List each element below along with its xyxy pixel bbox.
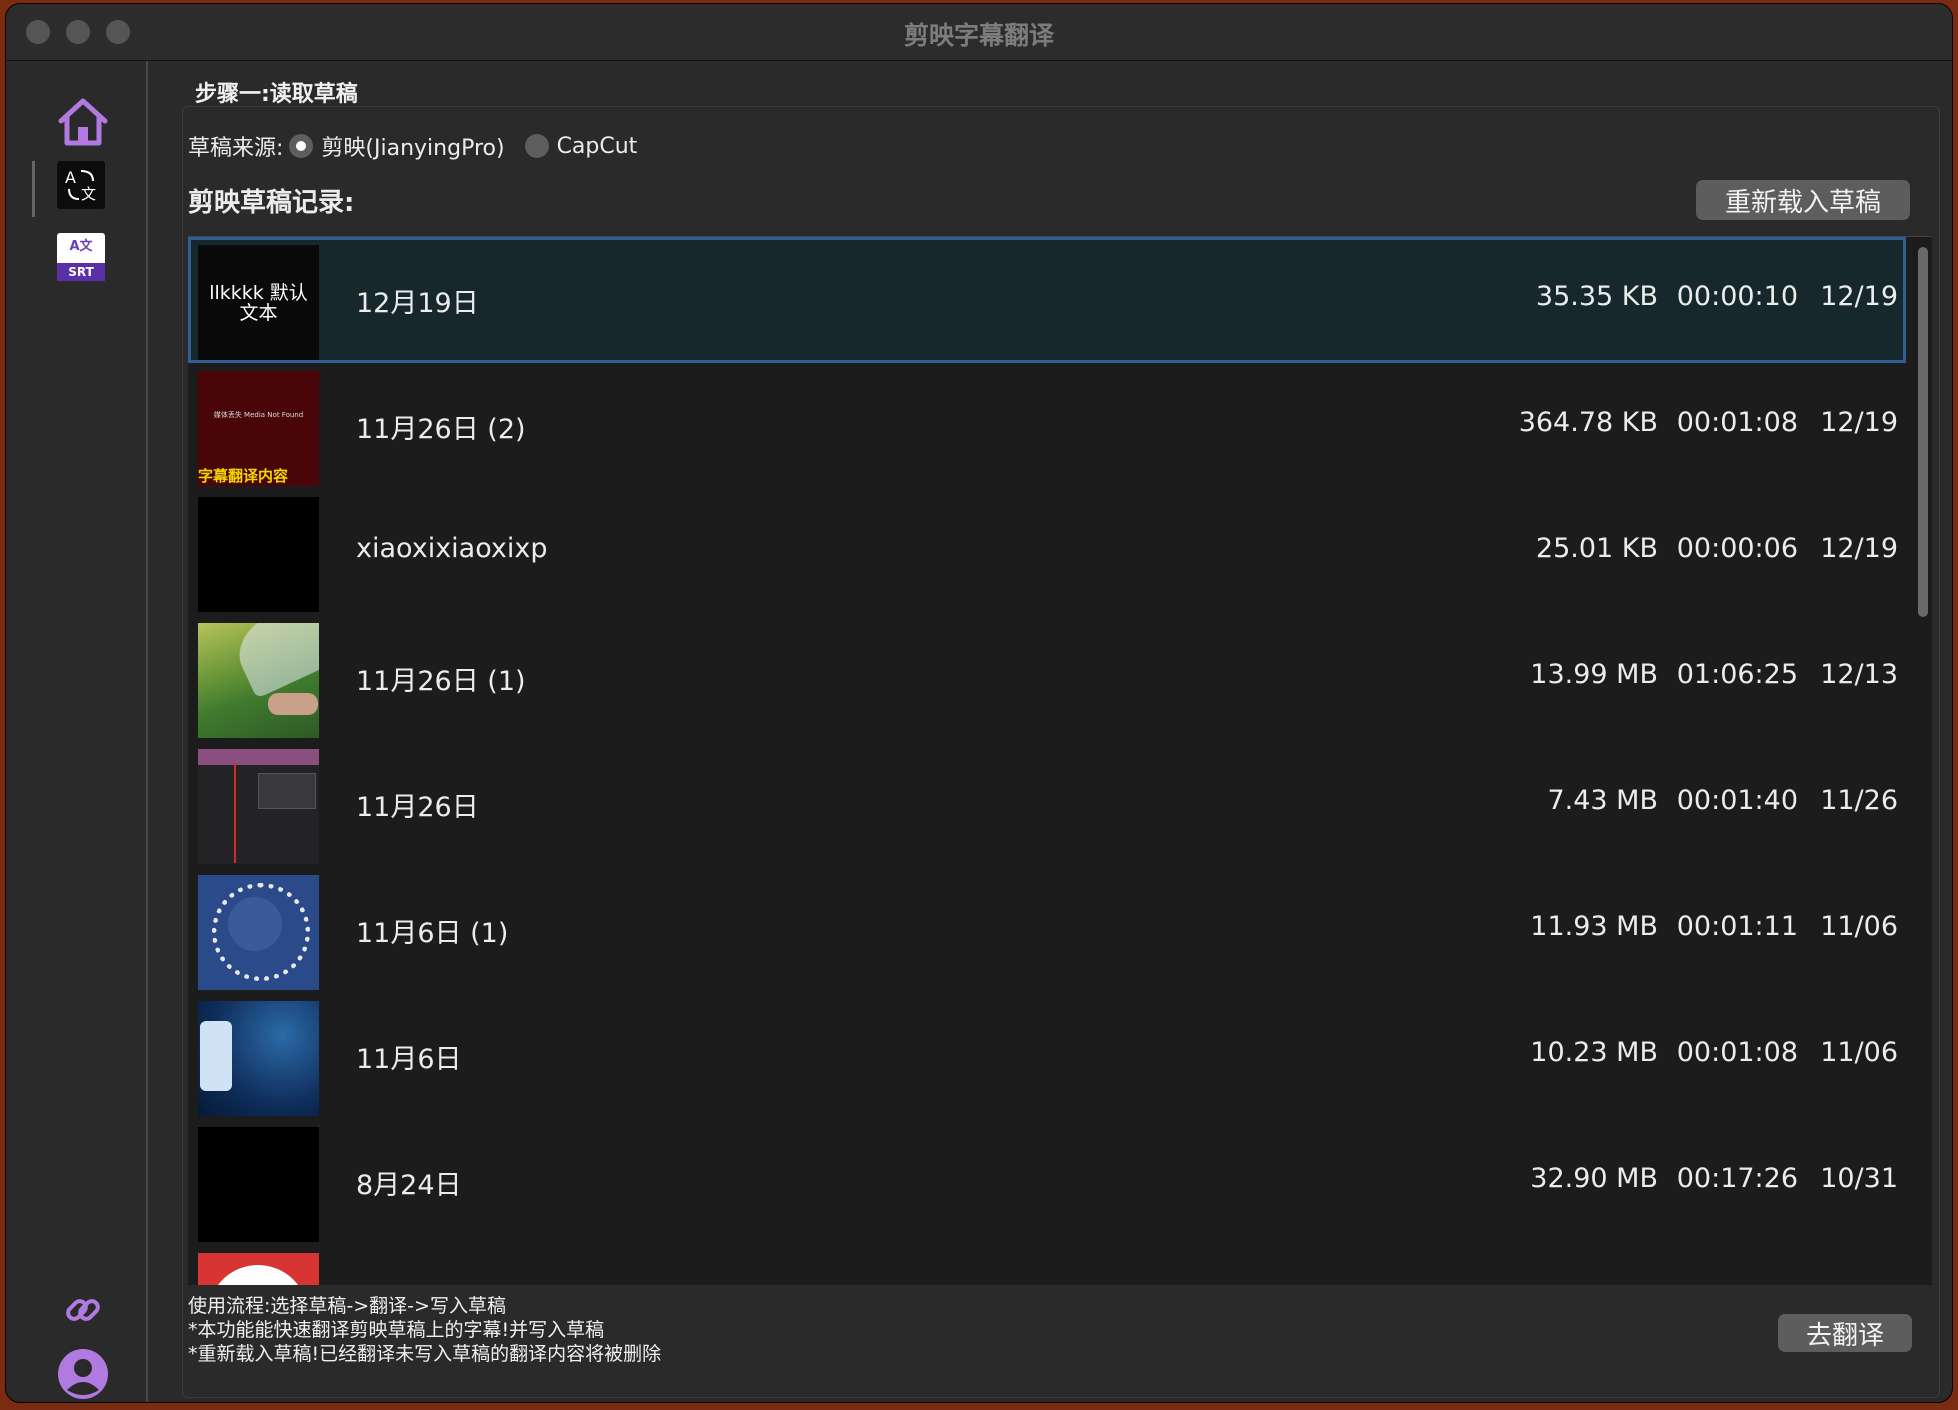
draft-name: 8月24日 [356, 1170, 462, 1201]
draft-row[interactable]: 11月6日 10.23 MB 00:01:08 11/06 [188, 993, 1906, 1119]
srt-badge: SRT [57, 263, 105, 281]
draft-date: 12/19 [1820, 407, 1898, 438]
draft-date: 10/31 [1820, 1163, 1898, 1194]
draft-list[interactable]: llkkkk 默认文本 12月19日 35.35 KB 00:00:10 12/… [188, 236, 1932, 1285]
draft-name: 11月6日 (1) [356, 918, 509, 949]
source-selector: 草稿来源: 剪映(JianyingPro) CapCut [188, 128, 651, 164]
draft-row[interactable]: llkkkk 默认文本 12月19日 35.35 KB 00:00:10 12/… [188, 237, 1906, 363]
title-bar: 剪映字幕翻译 [6, 4, 1952, 61]
home-icon[interactable] [54, 93, 112, 151]
main-content: 步骤一:读取草稿 草稿来源: 剪映(JianyingPro) CapCut 剪映… [178, 68, 1940, 1398]
draft-row[interactable]: xiaoxixiaoxixp 25.01 KB 00:00:06 12/19 [188, 489, 1906, 615]
draft-row[interactable]: 11月26日 (1) 13.99 MB 01:06:25 12/13 [188, 615, 1906, 741]
draft-size: 10.23 MB [1530, 1037, 1658, 1068]
draft-date: 11/06 [1820, 911, 1898, 942]
draft-thumbnail [198, 623, 319, 738]
draft-size: 32.90 MB [1530, 1163, 1658, 1194]
draft-row[interactable] [188, 1245, 1906, 1285]
draft-size: 364.78 KB [1518, 407, 1658, 438]
srt-translate-icon[interactable]: A文 SRT [57, 233, 105, 281]
draft-duration: 00:01:08 [1676, 1037, 1798, 1068]
translate-icon[interactable]: A 文 [57, 161, 105, 209]
link-icon[interactable] [54, 1281, 112, 1339]
draft-thumbnail [198, 1127, 319, 1242]
source-option-capcut[interactable]: CapCut [557, 134, 638, 159]
sidebar: A 文 A文 SRT [6, 61, 148, 1402]
draft-name: 11月26日 [356, 792, 479, 823]
draft-name: 11月6日 [356, 1044, 462, 1075]
draft-date: 11/06 [1820, 1037, 1898, 1068]
svg-text:A: A [65, 168, 76, 187]
draft-name: 11月26日 (2) [356, 414, 526, 445]
draft-size: 25.01 KB [1535, 533, 1658, 564]
draft-thumbnail: 媒体丢失 Media Not Found 字幕翻译内容 [198, 371, 319, 486]
draft-name: xiaoxixiaoxixp [356, 533, 548, 564]
scrollbar-thumb[interactable] [1918, 247, 1928, 617]
draft-date: 12/13 [1820, 659, 1898, 690]
draft-thumbnail: llkkkk 默认文本 [198, 245, 319, 360]
usage-notes: 使用流程:选择草稿->翻译->写入草稿 *本功能能快速翻译剪映草稿上的字幕!并写… [188, 1295, 662, 1365]
window-title: 剪映字幕翻译 [903, 21, 1054, 50]
draft-size: 11.93 MB [1530, 911, 1658, 942]
draft-name: 12月19日 [356, 288, 479, 319]
draft-row[interactable]: 媒体丢失 Media Not Found 字幕翻译内容 11月26日 (2) 3… [188, 363, 1906, 489]
draft-duration: 00:01:08 [1676, 407, 1798, 438]
draft-duration: 00:00:10 [1676, 281, 1798, 312]
draft-duration: 01:06:25 [1676, 659, 1798, 690]
reload-drafts-button[interactable]: 重新载入草稿 [1696, 180, 1910, 220]
source-option-jianying[interactable]: 剪映(JianyingPro) [321, 130, 504, 162]
draft-name: 11月26日 (1) [356, 666, 526, 697]
draft-thumbnail [198, 749, 319, 864]
draft-size: 13.99 MB [1530, 659, 1658, 690]
step-title: 步骤一:读取草稿 [195, 82, 358, 107]
app-window: 剪映字幕翻译 A 文 A文 SRT 步骤一:读取草稿 草稿来源: 剪映(Jian… [6, 4, 1952, 1402]
draft-row[interactable]: 11月26日 7.43 MB 00:01:40 11/26 [188, 741, 1906, 867]
draft-row[interactable]: 11月6日 (1) 11.93 MB 00:01:11 11/06 [188, 867, 1906, 993]
draft-duration: 00:01:40 [1676, 785, 1798, 816]
draft-date: 12/19 [1820, 281, 1898, 312]
user-avatar-icon[interactable] [54, 1345, 112, 1402]
go-translate-button[interactable]: 去翻译 [1778, 1314, 1912, 1352]
draft-thumbnail [198, 497, 319, 612]
draft-row[interactable]: 8月24日 32.90 MB 00:17:26 10/31 [188, 1119, 1906, 1245]
svg-text:文: 文 [81, 185, 96, 203]
draft-size: 35.35 KB [1535, 281, 1658, 312]
draft-duration: 00:00:06 [1676, 533, 1798, 564]
draft-size: 7.43 MB [1547, 785, 1658, 816]
draft-date: 12/19 [1820, 533, 1898, 564]
draft-date: 11/26 [1820, 785, 1898, 816]
records-label: 剪映草稿记录: [188, 188, 355, 218]
source-radio-capcut[interactable] [524, 134, 549, 158]
list-scrollbar[interactable] [1916, 243, 1930, 1279]
sidebar-selection-indicator [32, 161, 35, 217]
draft-duration: 00:17:26 [1676, 1163, 1798, 1194]
source-label: 草稿来源: [188, 136, 284, 161]
draft-thumbnail [198, 875, 319, 990]
source-radio-jianying[interactable] [289, 134, 314, 158]
draft-thumbnail [198, 1253, 319, 1285]
draft-thumbnail [198, 1001, 319, 1116]
draft-duration: 00:01:11 [1676, 911, 1798, 942]
